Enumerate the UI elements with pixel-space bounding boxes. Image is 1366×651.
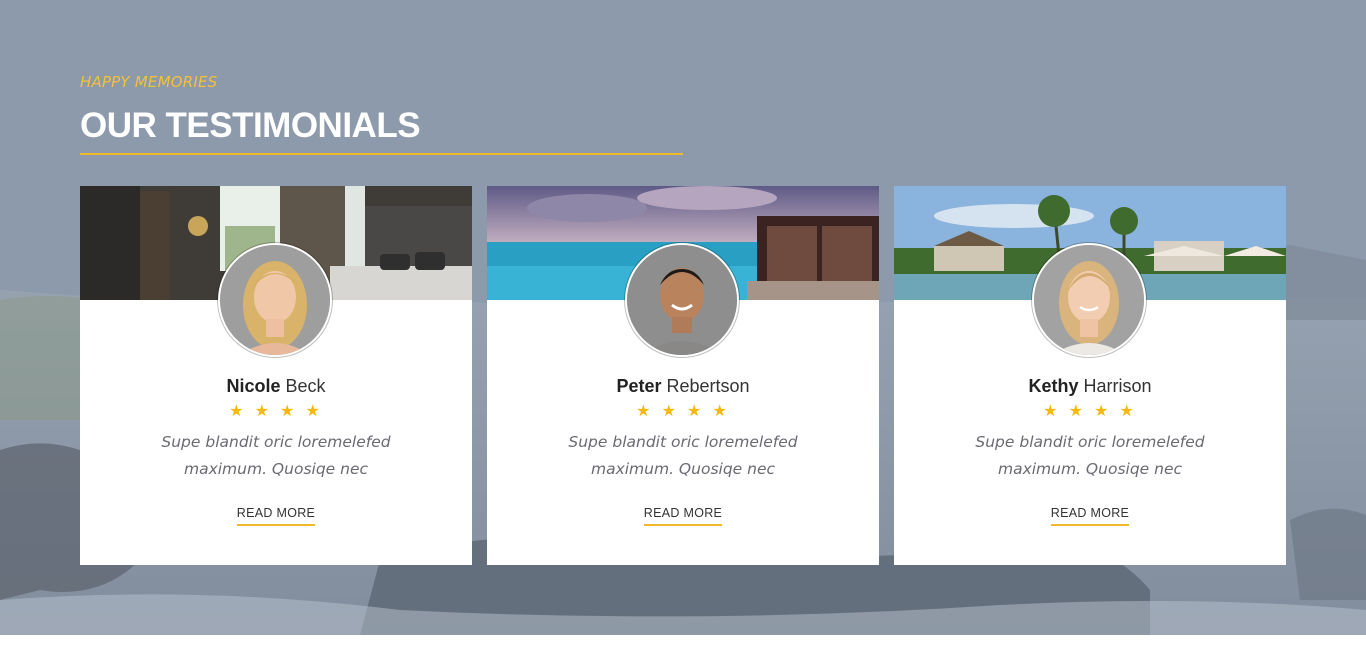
testimonial-card: Kethy Harrison ★ ★ ★ ★ Supe blandit oric… bbox=[894, 186, 1286, 565]
read-more-link[interactable]: READ MORE bbox=[643, 506, 723, 526]
person-last-name: Harrison bbox=[1083, 376, 1152, 396]
person-last-name: Beck bbox=[285, 376, 326, 396]
person-name: Nicole Beck bbox=[80, 376, 472, 397]
person-first-name: Peter bbox=[616, 376, 662, 396]
person-name: Kethy Harrison bbox=[894, 376, 1286, 397]
testimonial-card: Peter Rebertson ★ ★ ★ ★ Supe blandit ori… bbox=[487, 186, 879, 565]
testimonial-card: Nicole Beck ★ ★ ★ ★ Supe blandit oric lo… bbox=[80, 186, 472, 565]
man-avatar bbox=[625, 243, 739, 357]
testimonial-quote: Supe blandit oric loremelefed maximum. Q… bbox=[975, 433, 1205, 478]
title-underline bbox=[80, 153, 683, 155]
person-first-name: Kethy bbox=[1028, 376, 1079, 396]
star-rating: ★ ★ ★ ★ bbox=[229, 401, 323, 420]
testimonial-quote: Supe blandit oric loremelefed maximum. Q… bbox=[568, 433, 798, 478]
person-name: Peter Rebertson bbox=[487, 376, 879, 397]
person-last-name: Rebertson bbox=[666, 376, 750, 396]
star-rating: ★ ★ ★ ★ bbox=[1043, 401, 1137, 420]
woman-avatar bbox=[218, 243, 332, 357]
section-title: OUR TESTIMONIALS bbox=[80, 106, 421, 145]
woman-avatar bbox=[1032, 243, 1146, 357]
read-more-link[interactable]: READ MORE bbox=[1050, 506, 1130, 526]
section-eyebrow: HAPPY MEMORIES bbox=[80, 73, 218, 91]
read-more-link[interactable]: READ MORE bbox=[236, 506, 316, 526]
testimonial-quote: Supe blandit oric loremelefed maximum. Q… bbox=[161, 433, 391, 478]
person-first-name: Nicole bbox=[226, 376, 281, 396]
testimonials-section: HAPPY MEMORIES OUR TESTIMONIALS Nicole B… bbox=[0, 0, 1366, 635]
star-rating: ★ ★ ★ ★ bbox=[636, 401, 730, 420]
